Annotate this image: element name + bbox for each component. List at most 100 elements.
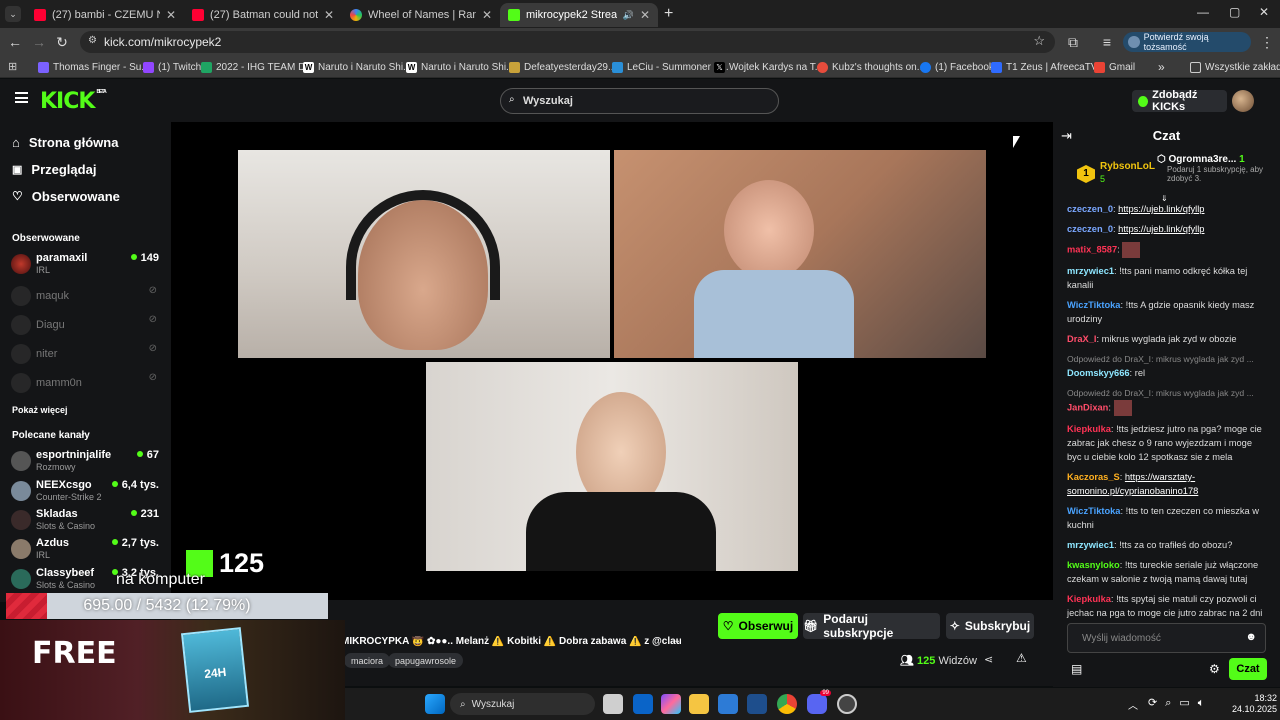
- restore-button[interactable]: ▢: [1229, 5, 1240, 19]
- bookmark-item[interactable]: Thomas Finger - Su...: [38, 59, 150, 75]
- chat-username[interactable]: czeczen_0: [1067, 204, 1113, 214]
- close-tab-icon[interactable]: ✕: [482, 8, 492, 22]
- app-icon[interactable]: [747, 694, 767, 714]
- chevron-down-icon[interactable]: ⌄: [673, 635, 681, 646]
- stream-tag[interactable]: maciora: [344, 653, 391, 668]
- tray-chevron-icon[interactable]: ︿: [1128, 697, 1138, 712]
- recommended-channel[interactable]: NEEXcsgo Counter-Strike 2 6,4 tys.: [11, 478, 161, 506]
- clock[interactable]: 18:32 24.10.2025: [1227, 693, 1277, 715]
- chat-username[interactable]: Kaczoras_S: [1067, 472, 1120, 482]
- minimize-button[interactable]: —: [1197, 5, 1209, 19]
- sidebar-item-home[interactable]: ⌂ Strona główna: [12, 132, 118, 152]
- bookmark-item[interactable]: Defeatyesterday29...: [509, 59, 616, 75]
- chat-username[interactable]: czeczen_0: [1067, 224, 1113, 234]
- chat-username[interactable]: Kiepkulka: [1067, 594, 1111, 604]
- close-tab-icon[interactable]: ✕: [640, 8, 650, 22]
- followed-channel[interactable]: mamm0n ⊘: [11, 370, 161, 398]
- reply-reference[interactable]: Odpowiedź do DraX_I: mikrus wyglada jak …: [1067, 352, 1267, 366]
- share-icon[interactable]: ⋖: [984, 653, 993, 666]
- chat-username[interactable]: WiczTiktoka: [1067, 300, 1120, 310]
- bookmark-item[interactable]: T1 Zeus | AfreecaTV...: [991, 59, 1105, 75]
- subscribe-button[interactable]: ✧ Subskrybuj: [946, 613, 1034, 639]
- forward-icon[interactable]: →: [30, 33, 48, 51]
- tray-icons[interactable]: ⟳⌕▭🔈︎: [1148, 696, 1212, 710]
- close-tab-icon[interactable]: ✕: [324, 8, 334, 22]
- show-more-link[interactable]: Pokaż więcej: [12, 405, 68, 415]
- bookmark-item[interactable]: 2022 - IHG TEAM D...: [201, 59, 314, 75]
- close-window-button[interactable]: ✕: [1259, 5, 1269, 19]
- followed-channel[interactable]: paramaxil IRL 149: [11, 251, 161, 279]
- kick-logo[interactable]: KICK BETA: [40, 89, 107, 114]
- browser-tab[interactable]: Wheel of Names | Random nam ✕: [342, 3, 500, 27]
- sidebar-item-browse[interactable]: ▣ Przeglądaj: [12, 159, 96, 179]
- address-bar[interactable]: ⚙ kick.com/mikrocypek2 ☆: [80, 31, 1055, 53]
- bookmark-item[interactable]: 𝕏 Wojtek Kardys na T...: [714, 59, 823, 75]
- bookmark-item[interactable]: Gmail: [1094, 59, 1135, 75]
- chat-username[interactable]: mrzywiec1: [1067, 266, 1114, 276]
- site-info-icon[interactable]: ⚙: [88, 35, 97, 46]
- user-avatar[interactable]: [1232, 90, 1254, 112]
- menu-kebab-icon[interactable]: ⋮: [1258, 33, 1276, 51]
- taskbar-search[interactable]: ⌕ Wyszukaj: [450, 693, 595, 715]
- speaker-icon[interactable]: 🔊: [623, 10, 634, 21]
- back-icon[interactable]: ←: [6, 33, 24, 51]
- all-bookmarks-button[interactable]: Wszystkie zakładki: [1190, 59, 1280, 75]
- browser-tab[interactable]: (27) Batman could not get that ✕: [184, 3, 342, 27]
- reply-reference[interactable]: Odpowiedź do DraX_I: mikrus wyglada jak …: [1067, 386, 1267, 400]
- recommended-channel[interactable]: Skladas Slots & Casino 231: [11, 507, 161, 535]
- gift-sub-button[interactable]: 🎁︎ Podaruj subskrypcje: [803, 612, 940, 640]
- bookmark-item[interactable]: LeCiu - Summoner S...: [612, 59, 729, 75]
- chat-username[interactable]: kwasnyloko: [1067, 560, 1120, 570]
- bookmark-item[interactable]: (1) Twitch: [143, 59, 201, 75]
- reload-icon[interactable]: ↻: [53, 33, 71, 51]
- outlook-icon[interactable]: [633, 694, 653, 714]
- follow-button[interactable]: ♡ Obserwuj: [718, 613, 798, 639]
- chat-username[interactable]: Doomskyy666: [1067, 368, 1130, 378]
- followed-channel[interactable]: niter ⊘: [11, 341, 161, 369]
- chrome-icon[interactable]: [777, 694, 797, 714]
- bookmark-item[interactable]: W Naruto i Naruto Shi...: [406, 59, 514, 75]
- media-icon[interactable]: ≡: [1098, 33, 1116, 51]
- chat-username[interactable]: Kiepkulka: [1067, 424, 1111, 434]
- chat-username[interactable]: JanDixan: [1067, 402, 1108, 412]
- close-tab-icon[interactable]: ✕: [166, 8, 176, 22]
- chat-input[interactable]: Wyślij wiadomość ☻: [1067, 623, 1266, 653]
- new-tab-button[interactable]: +: [664, 5, 673, 23]
- copilot-icon[interactable]: [661, 694, 681, 714]
- bookmark-item[interactable]: (1) Facebook: [920, 59, 994, 75]
- chat-link[interactable]: https://ujeb.link/qfyllp: [1118, 204, 1204, 214]
- apps-grid-icon[interactable]: ⊞: [8, 60, 17, 73]
- bookmark-item[interactable]: W Naruto i Naruto Shi...: [303, 59, 411, 75]
- chat-send-button[interactable]: Czat: [1229, 658, 1267, 680]
- chat-username[interactable]: DraX_I: [1067, 334, 1096, 344]
- recommended-channel[interactable]: esportninjalife Rozmowy 67: [11, 448, 161, 476]
- task-view-icon[interactable]: [603, 694, 623, 714]
- emoji-icon[interactable]: ☻: [1245, 631, 1257, 643]
- profile-verify-button[interactable]: Potwierdź swoją tożsamość: [1123, 32, 1251, 52]
- windows-start-icon[interactable]: [425, 694, 445, 714]
- sidebar-item-following[interactable]: ♡ Obserwowane: [12, 186, 120, 206]
- discord-icon[interactable]: 99: [807, 690, 831, 714]
- browser-tab[interactable]: (27) bambi - CZEMU NIE ŚPISZ? ✕: [26, 3, 184, 27]
- chat-shop-icon[interactable]: ▤: [1071, 662, 1082, 676]
- bookmark-item[interactable]: Kubz's thoughts on...: [817, 59, 925, 75]
- file-explorer-icon[interactable]: [689, 694, 709, 714]
- recommended-channel[interactable]: Azdus IRL 2,7 tys.: [11, 536, 161, 564]
- extensions-icon[interactable]: ⧉: [1064, 33, 1082, 51]
- chat-username[interactable]: WiczTiktoka: [1067, 506, 1120, 516]
- chat-link[interactable]: https://ujeb.link/qfyllp: [1118, 224, 1204, 234]
- get-kicks-button[interactable]: Zdobądź KICKs: [1132, 89, 1227, 113]
- followed-channel[interactable]: maquk ⊘: [11, 283, 161, 311]
- search-input[interactable]: ⌕ Wyszukaj: [500, 88, 779, 114]
- report-icon[interactable]: ⚠: [1016, 651, 1027, 665]
- browser-tab-active[interactable]: mikrocypek2 Stream - Watc 🔊 ✕: [500, 3, 658, 27]
- stream-tag[interactable]: papugawrosole: [388, 653, 464, 668]
- tab-search-icon[interactable]: ⌄: [5, 6, 21, 22]
- bookmark-star-icon[interactable]: ☆: [1033, 33, 1045, 49]
- followed-channel[interactable]: Diagu ⊘: [11, 312, 161, 340]
- chat-username[interactable]: mrzywiec1: [1067, 540, 1114, 550]
- app-icon[interactable]: [837, 694, 857, 714]
- hamburger-menu-icon[interactable]: [15, 92, 28, 103]
- chat-username[interactable]: matix_8587: [1067, 244, 1117, 254]
- store-icon[interactable]: [718, 694, 738, 714]
